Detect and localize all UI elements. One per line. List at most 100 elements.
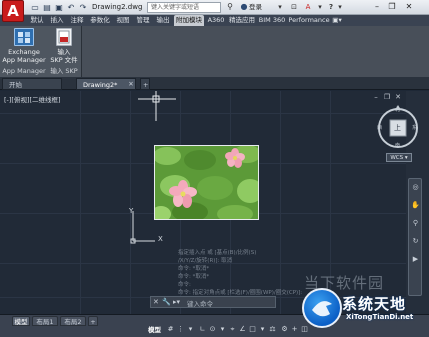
file-tab-close-icon[interactable]: ✕ [126, 78, 136, 90]
tab-performance[interactable]: Performance [288, 15, 330, 26]
compass-west[interactable]: 西 [377, 124, 382, 131]
save-icon[interactable]: ▣ [54, 2, 64, 12]
command-customize-icon[interactable]: 🔧 [162, 298, 171, 306]
login-button[interactable]: 登录 [249, 2, 273, 13]
compass-east[interactable]: 东 [412, 124, 417, 131]
layout-tab-layout2[interactable]: 布局2 [60, 316, 86, 326]
polar-tracking-icon[interactable]: ⊙ [208, 324, 217, 334]
viewcube-top-face[interactable]: 上 [394, 123, 401, 133]
layout-tab-model[interactable]: 模型 [12, 316, 30, 326]
viewport-minimize-icon[interactable]: – [372, 93, 380, 101]
autodesk-a360-icon[interactable]: A [303, 2, 313, 13]
steering-wheel-icon[interactable]: ◎ [411, 183, 420, 192]
app-store-icon[interactable]: ⊡ [288, 2, 300, 13]
tab-bim360[interactable]: BIM 360 [258, 15, 286, 26]
polar-dropdown-icon[interactable]: ▾ [218, 324, 227, 334]
tab-a360[interactable]: A360 [206, 15, 226, 26]
ribbon-options-icon[interactable]: ▣▾ [332, 15, 342, 26]
undo-icon[interactable]: ↶ [66, 2, 76, 12]
ucs-y-label: Y [129, 207, 134, 215]
user-icon[interactable]: ● [239, 2, 249, 13]
grid-line [80, 91, 81, 314]
tab-annotate[interactable]: 注释 [68, 15, 86, 26]
watermark-title: 系统天地 [342, 295, 407, 313]
tab-addins[interactable]: 附加模块 [174, 15, 204, 26]
orbit-icon[interactable]: ↻ [411, 237, 420, 246]
new-tab-button[interactable]: + [140, 78, 150, 90]
annotation-monitor-icon[interactable]: + [290, 324, 299, 334]
snap-mode-icon[interactable]: ⋮ [176, 324, 185, 334]
command-close-icon[interactable]: ✕ [153, 298, 159, 306]
navigation-bar: ◎ ✋ ⚲ ↻ ▶ [408, 178, 422, 296]
tab-manage[interactable]: 管理 [134, 15, 152, 26]
binoculars-search-icon[interactable]: ⚲ [224, 2, 236, 13]
viewport-controls-label[interactable]: [-][俯视][二维线框] [4, 94, 61, 104]
isometric-icon[interactable]: ⌖ [228, 324, 237, 334]
redo-icon[interactable]: ↷ [78, 2, 88, 12]
ribbon-tabs-bar: 默认 插入 注释 参数化 视图 管理 输出 附加模块 A360 精选应用 BIM… [0, 15, 429, 26]
search-input[interactable]: 键入关键字或短语 [147, 2, 221, 13]
exchange-app-manager-icon[interactable] [14, 28, 34, 46]
command-history-line: 命令: [178, 282, 191, 288]
file-tabs-bar: 开始 Drawing2* ✕ + [0, 77, 429, 90]
watermark-url: XiTongTianDi.net [346, 313, 414, 321]
wcs-dropdown[interactable]: WCS ▾ [386, 153, 412, 162]
grid-line [280, 91, 281, 314]
add-layout-button[interactable]: + [88, 316, 98, 326]
document-title: Drawing2.dwg [92, 3, 143, 11]
compass-north[interactable]: 北 [395, 106, 400, 113]
crosshair-cursor-icon [138, 91, 176, 121]
tab-featured-apps[interactable]: 精选应用 [228, 15, 256, 26]
command-history-line: 指定插入点 或 [基点(B)/比例(S) [178, 250, 257, 256]
tab-view[interactable]: 视图 [114, 15, 132, 26]
snap-dropdown-icon[interactable]: ▾ [186, 324, 195, 334]
ortho-mode-icon[interactable]: ∟ [198, 324, 207, 334]
layout-tab-layout1[interactable]: 布局1 [32, 316, 58, 326]
panel-title-app-manager: App Manager [2, 67, 46, 75]
object-snap-dropdown-icon[interactable]: ▾ [258, 324, 267, 334]
grid-line [0, 113, 406, 114]
new-file-icon[interactable]: ▭ [30, 2, 40, 12]
exchange-label[interactable]: Exchange [2, 48, 46, 56]
viewport-close-icon[interactable]: ✕ [394, 93, 402, 101]
help-icon[interactable]: ? [327, 2, 335, 13]
viewport-restore-icon[interactable]: ❐ [383, 93, 391, 101]
close-icon[interactable]: ✕ [402, 1, 416, 13]
autocad-logo-icon[interactable]: A [2, 0, 24, 22]
ribbon: Exchange App Manager App Manager 输入 SKP … [0, 26, 429, 77]
open-folder-icon[interactable]: ▤ [42, 2, 52, 12]
import-skp-icon[interactable] [56, 28, 72, 46]
compass-south[interactable]: 南 [395, 142, 400, 149]
command-recent-icon[interactable]: ▸▾ [173, 298, 180, 306]
exchange-dropdown-icon[interactable]: ▾ [316, 2, 324, 13]
skp-file-label[interactable]: SKP 文件 [48, 56, 80, 64]
tab-output[interactable]: 输出 [154, 15, 172, 26]
model-space-button[interactable]: 模型 [148, 324, 161, 334]
grid-display-icon[interactable]: # [166, 324, 175, 334]
help-dropdown-icon[interactable]: ▾ [336, 2, 344, 13]
command-line[interactable]: ✕ 🔧 ▸▾ 键入命令 [150, 296, 276, 308]
ucs-x-label: X [158, 235, 163, 243]
object-snap-tracking-icon[interactable]: ∠ [238, 324, 247, 334]
restore-icon[interactable]: ❐ [385, 1, 399, 13]
command-input[interactable]: 键入命令 [187, 298, 213, 308]
workspace-gear-icon[interactable]: ⚙ [280, 324, 289, 334]
watermark-logo-icon [302, 288, 342, 328]
panel-title-import-skp: 输入 SKP [50, 67, 78, 75]
tab-insert[interactable]: 插入 [48, 15, 66, 26]
command-history-line: 命令: *取消* [178, 274, 210, 280]
login-dropdown-icon[interactable]: ▾ [276, 2, 284, 13]
object-snap-icon[interactable]: □ [248, 324, 257, 334]
annotation-scale-icon[interactable]: ⚖ [268, 324, 277, 334]
minimize-icon[interactable]: – [370, 1, 384, 13]
zoom-icon[interactable]: ⚲ [411, 219, 420, 228]
import-label[interactable]: 输入 [48, 48, 80, 56]
pan-icon[interactable]: ✋ [411, 201, 420, 210]
app-manager-label[interactable]: App Manager [2, 56, 46, 64]
command-history-line: /X/Y/Z/旋转(R)]: 取消 [178, 258, 233, 264]
command-history-line: 命令: *取消* [178, 266, 210, 272]
tab-home[interactable]: 默认 [28, 15, 46, 26]
file-tab-start[interactable]: 开始 [2, 78, 62, 90]
tab-parametric[interactable]: 参数化 [88, 15, 112, 26]
showmotion-icon[interactable]: ▶ [411, 255, 420, 264]
